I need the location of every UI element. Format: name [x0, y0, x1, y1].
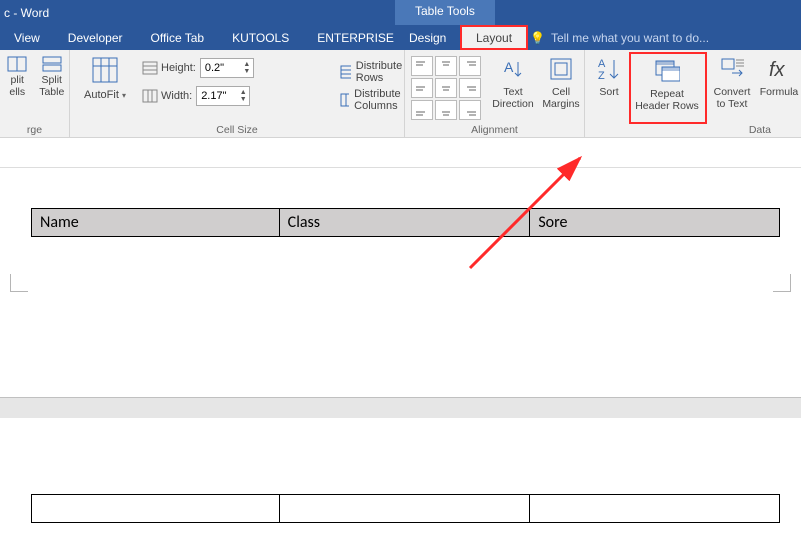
ribbon: plit ells Split Table rge AutoFit ▾ Heig… — [0, 50, 801, 138]
dropdown-arrow-icon: ▾ — [122, 91, 126, 100]
tell-me-search[interactable]: 💡 Tell me what you want to do... — [530, 31, 709, 45]
spinner-arrows-icon[interactable]: ▲▼ — [237, 89, 249, 103]
ruler-gap — [0, 138, 801, 168]
formula-icon: fx — [766, 56, 792, 82]
svg-text:fx: fx — [769, 59, 786, 81]
table-row[interactable]: Name Class Sore — [32, 209, 780, 237]
group-alignment: A Text Direction Cell Margins Alignment — [405, 50, 585, 138]
distribute-columns-button[interactable]: Distribute Columns — [340, 88, 407, 112]
height-input[interactable] — [201, 62, 241, 74]
text-direction-icon: A — [500, 56, 526, 82]
align-mid-center[interactable] — [435, 78, 457, 98]
autofit-icon — [91, 56, 119, 84]
group-label-data: Data — [749, 124, 771, 136]
align-bot-center[interactable] — [435, 100, 457, 120]
distribute-columns-icon — [340, 93, 349, 107]
group-label-merge: rge — [0, 124, 69, 136]
group-merge: plit ells Split Table rge — [0, 50, 70, 138]
convert-to-text-icon — [719, 56, 745, 82]
header-cell-class[interactable]: Class — [279, 209, 530, 237]
margin-mark-icon — [773, 274, 791, 292]
align-bot-right[interactable] — [459, 100, 481, 120]
table-tools-label: Table Tools — [395, 0, 495, 25]
document-area[interactable]: Name Class Sore — [0, 138, 801, 543]
cell-margins-button[interactable]: Cell Margins — [539, 56, 583, 110]
page-1 — [0, 168, 801, 398]
header-cell-name[interactable]: Name — [32, 209, 280, 237]
header-cell-sore[interactable]: Sore — [530, 209, 780, 237]
header-row-table[interactable]: Name Class Sore — [31, 208, 780, 237]
margin-mark-icon — [10, 274, 28, 292]
window-title: c - Word — [4, 6, 49, 20]
spinner-arrows-icon[interactable]: ▲▼ — [241, 61, 253, 75]
group-label-cellsize: Cell Size — [70, 124, 404, 136]
table-row[interactable] — [32, 495, 780, 523]
split-table-icon — [42, 56, 62, 72]
table-cell[interactable] — [32, 495, 280, 523]
sort-icon: AZ — [596, 56, 622, 82]
width-label: Width: — [161, 90, 192, 102]
table-cell[interactable] — [279, 495, 530, 523]
convert-to-text-button[interactable]: Convert to Text — [709, 56, 755, 110]
width-icon — [142, 89, 158, 103]
cell-margins-icon — [548, 56, 574, 82]
text-direction-button[interactable]: A Text Direction — [489, 56, 537, 110]
align-top-right[interactable] — [459, 56, 481, 76]
svg-text:A: A — [504, 59, 514, 75]
repeat-header-rows-button[interactable]: Repeat Header Rows — [631, 56, 703, 112]
sort-button[interactable]: AZ Sort — [589, 56, 629, 98]
align-bot-left[interactable] — [411, 100, 433, 120]
align-mid-right[interactable] — [459, 78, 481, 98]
tell-me-placeholder: Tell me what you want to do... — [551, 31, 709, 45]
autofit-button[interactable]: AutoFit ▾ — [76, 56, 134, 101]
alignment-grid — [411, 56, 481, 120]
tab-enterprise[interactable]: ENTERPRISE — [303, 25, 408, 50]
table-cell[interactable] — [530, 495, 780, 523]
tab-view[interactable]: View — [0, 25, 54, 50]
split-cells-icon — [7, 56, 27, 72]
width-input[interactable] — [197, 90, 237, 102]
distribute-rows-button[interactable]: Distribute Rows — [340, 60, 407, 84]
group-data: AZ Sort Repeat Header Rows Convert to Te… — [585, 50, 801, 138]
align-top-center[interactable] — [435, 56, 457, 76]
tab-design[interactable]: Design — [395, 25, 460, 50]
distribute-rows-icon — [340, 65, 351, 79]
group-cell-size: AutoFit ▾ Height: ▲▼ Width: ▲▼ Distribut… — [70, 50, 405, 138]
tab-layout[interactable]: Layout — [460, 25, 528, 50]
height-spinner[interactable]: ▲▼ — [200, 58, 254, 78]
lightbulb-icon: 💡 — [530, 31, 545, 45]
tab-developer[interactable]: Developer — [54, 25, 137, 50]
body-table[interactable] — [31, 494, 780, 523]
svg-text:Z: Z — [598, 70, 605, 82]
formula-button[interactable]: fx Formula — [757, 56, 801, 98]
title-bar: c - Word Table Tools — [0, 0, 801, 25]
tab-kutools[interactable]: KUTOOLS — [218, 25, 303, 50]
page-2 — [0, 418, 801, 543]
align-mid-left[interactable] — [411, 78, 433, 98]
height-label: Height: — [161, 62, 196, 74]
repeat-header-rows-icon — [654, 58, 680, 84]
tab-office-tab[interactable]: Office Tab — [137, 25, 219, 50]
width-spinner[interactable]: ▲▼ — [196, 86, 250, 106]
row-height-control: Height: ▲▼ — [142, 58, 254, 78]
ribbon-tabs: View Developer Office Tab KUTOOLS ENTERP… — [0, 25, 801, 50]
group-label-alignment: Alignment — [405, 124, 584, 136]
col-width-control: Width: ▲▼ — [142, 86, 250, 106]
height-icon — [142, 61, 158, 75]
align-top-left[interactable] — [411, 56, 433, 76]
svg-text:A: A — [598, 58, 606, 70]
